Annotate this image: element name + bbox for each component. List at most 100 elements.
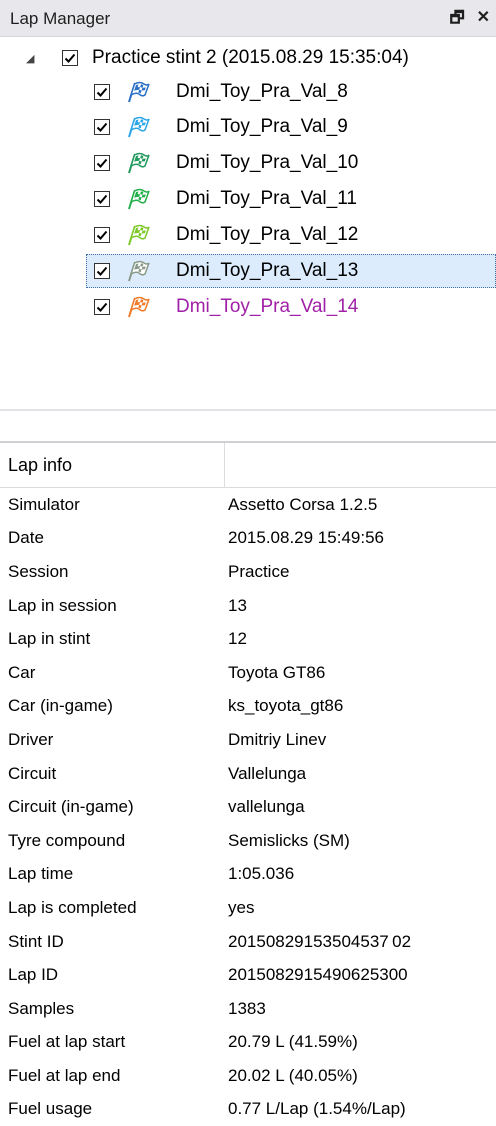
property-value: Dmitriy Linev <box>228 729 327 749</box>
property-row[interactable]: Car (in-game) ks_toyota_gt86 <box>0 690 496 724</box>
checkered-flag-icon <box>126 296 150 318</box>
lap-label: Dmi_Toy_Pra_Val_13 <box>176 260 359 281</box>
property-value: Assetto Corsa 1.2.5 <box>228 494 378 514</box>
lap-checkbox[interactable] <box>94 119 110 135</box>
lap-checkbox[interactable] <box>94 155 110 171</box>
lap-label: Dmi_Toy_Pra_Val_8 <box>176 81 348 102</box>
property-row[interactable]: Circuit (in-game) vallelunga <box>0 790 496 824</box>
property-row[interactable]: Stint ID 20150829153504537 02 <box>0 925 496 959</box>
property-row[interactable]: Lap in stint 12 <box>0 622 496 656</box>
property-key: Stint ID <box>8 931 64 951</box>
property-value: 12 <box>228 629 247 649</box>
property-key: Fuel usage <box>8 1099 93 1119</box>
property-grid-header: Lap info <box>0 443 496 488</box>
property-key: Lap in stint <box>8 629 91 649</box>
property-value: 20.79 L (41.59%) <box>228 1032 358 1052</box>
property-row[interactable]: Fuel at lap end 20.02 L (40.05%) <box>0 1059 496 1093</box>
property-key: Lap in session <box>8 595 117 615</box>
property-value: Practice <box>228 561 290 581</box>
property-key: Fuel at lap start <box>8 1032 126 1052</box>
panel-title: Lap Manager <box>10 9 111 28</box>
checkered-flag-icon <box>126 81 150 103</box>
property-rows: Simulator Assetto Corsa 1.2.5 Date 2015.08.… <box>0 488 496 1126</box>
property-value: 13 <box>228 595 247 615</box>
property-key: Car <box>8 662 36 682</box>
property-row[interactable]: Tyre compound Semislicks (SM) <box>0 824 496 858</box>
pane-splitter[interactable] <box>0 409 496 443</box>
property-row[interactable]: Driver Dmitriy Linev <box>0 723 496 757</box>
lap-label: Dmi_Toy_Pra_Val_11 <box>176 188 357 209</box>
property-row[interactable]: Lap is completed yes <box>0 891 496 925</box>
property-key: Tyre compound <box>8 830 126 850</box>
property-key: Date <box>8 528 44 548</box>
property-value: Vallelunga <box>228 763 307 783</box>
property-row[interactable]: Lap in session 13 <box>0 589 496 623</box>
property-key: Samples <box>8 998 75 1018</box>
property-value: 2015.08.29 15:49:56 <box>228 528 384 548</box>
property-key: Circuit <box>8 763 57 783</box>
lap-checkbox[interactable] <box>94 263 110 279</box>
checkered-flag-icon <box>126 116 150 138</box>
property-value: 20.02 L (40.05%) <box>228 1065 358 1085</box>
property-value: 2015082915490625300 <box>228 965 408 985</box>
lap-tree-item[interactable]: Dmi_Toy_Pra_Val_10 <box>0 146 496 180</box>
property-row[interactable]: Car Toyota GT86 <box>0 656 496 690</box>
property-key: Session <box>8 561 69 581</box>
property-grid: Lap info Simulator Assetto Corsa 1.2.5 Dat… <box>0 443 496 1126</box>
property-value: vallelunga <box>228 797 305 817</box>
property-key: Lap is completed <box>8 897 137 917</box>
checkered-flag-icon <box>126 188 150 210</box>
lap-label: Dmi_Toy_Pra_Val_14 <box>176 296 359 317</box>
property-row[interactable]: Lap ID 2015082915490625300 <box>0 958 496 992</box>
lap-checkbox[interactable] <box>94 191 110 207</box>
lap-tree-item[interactable]: Dmi_Toy_Pra_Val_11 <box>0 182 496 216</box>
property-row[interactable]: Circuit Vallelunga <box>0 757 496 791</box>
lap-tree-item[interactable]: Dmi_Toy_Pra_Val_14 <box>0 290 496 324</box>
panel-titlebar: Lap Manager 🗗 ✕ <box>0 0 496 37</box>
property-key: Simulator <box>8 494 80 514</box>
property-value: 1:05.036 <box>228 864 295 884</box>
checkered-flag-icon <box>126 260 150 282</box>
lap-label: Dmi_Toy_Pra_Val_12 <box>176 224 359 245</box>
property-key: Fuel at lap end <box>8 1065 121 1085</box>
property-row[interactable]: Fuel at lap start 20.79 L (41.59%) <box>0 1026 496 1060</box>
lap-checkbox[interactable] <box>94 299 110 315</box>
property-value: 0.77 L/Lap (1.54%/Lap) <box>228 1099 406 1119</box>
tree-root-label: Practice stint 2 (2015.08.29 15:35:04) <box>92 47 409 68</box>
checkered-flag-icon <box>126 152 150 174</box>
property-key: Car (in-game) <box>8 696 113 716</box>
lap-checkbox[interactable] <box>94 84 110 100</box>
property-value: Semislicks (SM) <box>228 830 350 850</box>
panel-buttons: 🗗 ✕ <box>450 7 490 34</box>
property-row[interactable]: Lap time 1:05.036 <box>0 858 496 892</box>
property-value: yes <box>228 897 255 917</box>
property-key: Lap ID <box>8 965 59 985</box>
property-value: Toyota GT86 <box>228 662 326 682</box>
property-row[interactable]: Session Practice <box>0 555 496 589</box>
close-icon[interactable]: ✕ <box>477 7 490 34</box>
lap-tree-item[interactable]: Dmi_Toy_Pra_Val_12 <box>0 218 496 252</box>
root-checkbox[interactable] <box>62 50 78 66</box>
lap-tree: ◢ Practice stint 2 (2015.08.29 15:35:04)… <box>0 37 496 379</box>
lap-label: Dmi_Toy_Pra_Val_10 <box>176 152 359 173</box>
float-window-icon[interactable]: 🗗 <box>450 7 465 34</box>
lap-tree-item[interactable]: Dmi_Toy_Pra_Val_13 <box>86 254 496 288</box>
lap-label: Dmi_Toy_Pra_Val_9 <box>176 116 348 137</box>
property-row[interactable]: Fuel usage 0.77 L/Lap (1.54%/Lap) <box>0 1093 496 1126</box>
property-row[interactable]: Simulator Assetto Corsa 1.2.5 <box>0 488 496 522</box>
tree-root-row[interactable]: ◢ Practice stint 2 (2015.08.29 15:35:04) <box>0 41 496 75</box>
property-value: 1383 <box>228 998 266 1018</box>
checkered-flag-icon <box>126 224 150 246</box>
lap-checkbox[interactable] <box>94 227 110 243</box>
property-key: Driver <box>8 729 54 749</box>
property-key: Circuit (in-game) <box>8 797 134 817</box>
lap-info-header: Lap info <box>0 443 225 487</box>
lap-tree-item[interactable]: Dmi_Toy_Pra_Val_8 <box>0 75 496 109</box>
lap-tree-item[interactable]: Dmi_Toy_Pra_Val_9 <box>0 110 496 144</box>
property-row[interactable]: Date 2015.08.29 15:49:56 <box>0 522 496 556</box>
property-key: Lap time <box>8 864 74 884</box>
property-value: 20150829153504537 02 <box>228 931 412 951</box>
property-value: ks_toyota_gt86 <box>228 696 344 716</box>
collapse-arrow-icon[interactable]: ◢ <box>26 52 34 65</box>
property-row[interactable]: Samples 1383 <box>0 992 496 1026</box>
